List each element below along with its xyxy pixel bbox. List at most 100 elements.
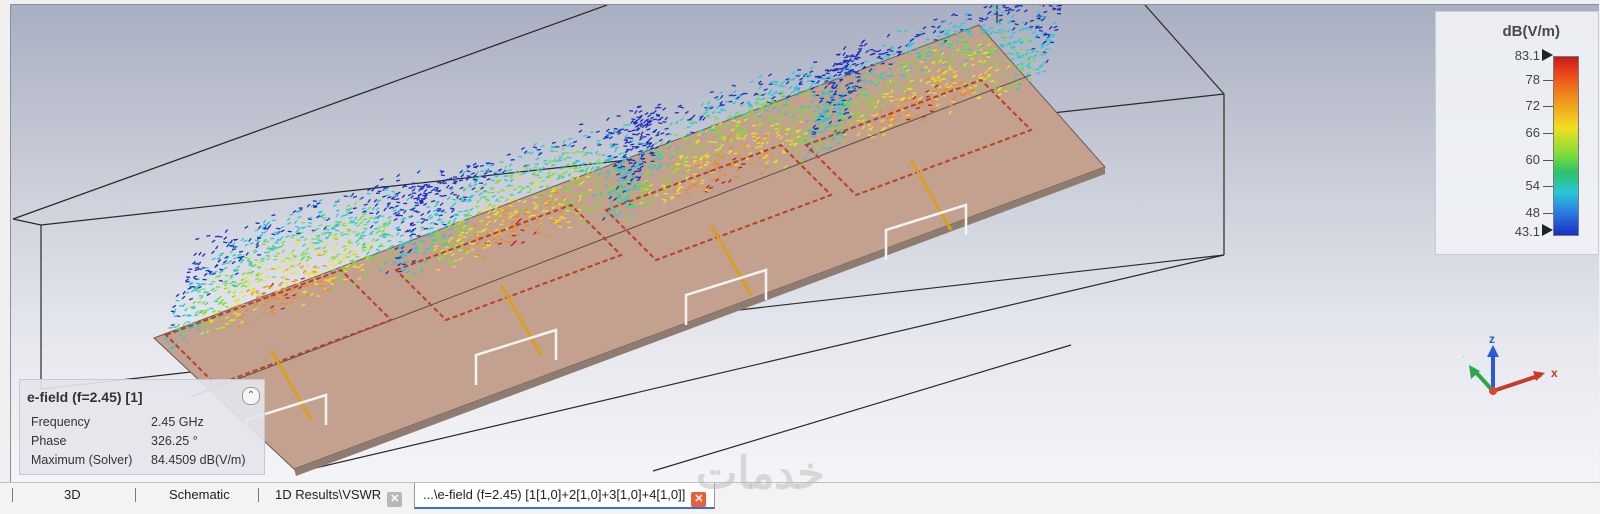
field-arrow: [287, 222, 290, 224]
field-arrow: [182, 296, 185, 299]
field-arrow: [495, 182, 499, 183]
collapse-icon[interactable]: ⌃: [242, 387, 260, 405]
field-arrow: [443, 183, 447, 184]
field-arrow: [893, 125, 897, 126]
field-arrow: [258, 226, 261, 229]
field-arrow: [292, 250, 295, 253]
field-arrow: [680, 107, 684, 108]
field-arrow: [249, 274, 253, 275]
field-arrow: [988, 34, 992, 35]
field-arrow: [413, 206, 417, 208]
field-arrow: [249, 238, 251, 241]
field-arrow: [647, 146, 650, 148]
field-arrow: [642, 165, 646, 166]
field-arrow: [554, 158, 557, 161]
field-arrow: [450, 216, 453, 218]
tab-1d-results-vswr[interactable]: 1D Results\VSWR✕: [275, 483, 402, 507]
field-arrow: [933, 30, 936, 33]
maximum-value: 84.4509 dB(V/m): [151, 453, 246, 467]
field-arrow: [232, 282, 236, 283]
field-arrow: [1007, 53, 1011, 54]
field-arrow: [617, 131, 621, 132]
field-arrow: [308, 258, 312, 259]
field-arrow: [211, 281, 215, 282]
field-arrow: [856, 114, 860, 115]
field-arrow: [382, 227, 386, 228]
field-arrow: [322, 247, 326, 248]
field-arrow: [225, 275, 229, 276]
field-arrow: [1007, 12, 1009, 15]
field-arrow: [843, 46, 845, 49]
field-arrow: [486, 207, 489, 209]
field-arrow: [546, 185, 549, 187]
field-arrow: [566, 211, 570, 212]
field-arrow: [716, 119, 720, 120]
field-arrow: [954, 31, 958, 32]
field-arrow: [448, 220, 452, 222]
field-arrow: [202, 284, 206, 285]
field-arrow: [376, 208, 379, 211]
field-arrow: [759, 84, 763, 85]
field-arrow: [212, 258, 216, 260]
field-arrow: [633, 189, 637, 190]
field-arrow: [360, 264, 364, 265]
tab-schematic[interactable]: Schematic: [169, 483, 230, 507]
field-arrow: [447, 197, 450, 200]
field-arrow: [318, 253, 322, 254]
field-arrow: [565, 190, 569, 191]
field-arrow: [562, 152, 564, 155]
field-arrow: [475, 206, 479, 207]
field-arrow: [319, 211, 323, 212]
field-arrow: [589, 153, 593, 154]
field-arrow: [653, 119, 657, 120]
field-arrow: [438, 239, 442, 240]
field-arrow: [605, 135, 609, 136]
field-arrow: [546, 198, 550, 199]
field-arrow: [730, 141, 734, 142]
field-arrow: [548, 194, 552, 195]
field-arrow: [452, 183, 456, 184]
field-arrow: [374, 199, 377, 202]
axes-triad-icon[interactable]: x z y: [1463, 327, 1573, 407]
close-icon[interactable]: ✕: [387, 492, 402, 507]
field-arrow: [516, 235, 520, 236]
field-arrow: [559, 157, 563, 158]
tab-3d[interactable]: 3D: [64, 483, 81, 507]
field-arrow: [729, 137, 733, 138]
3d-viewport[interactable]: dB(V/m) 83.1 78 72 66 60 54 48 43.1 e-fi…: [10, 4, 1599, 483]
field-arrow: [199, 297, 203, 299]
field-arrow: [193, 276, 197, 278]
field-arrow: [858, 49, 862, 50]
field-arrow: [799, 78, 802, 80]
field-arrow: [622, 179, 626, 180]
field-arrow: [884, 55, 888, 56]
field-arrow: [296, 233, 300, 234]
field-arrow: [624, 129, 628, 130]
field-arrow: [723, 174, 727, 175]
field-arrow: [394, 219, 397, 221]
field-arrow: [463, 211, 467, 212]
field-arrow: [760, 173, 764, 174]
field-arrow: [618, 198, 622, 199]
field-arrow: [534, 143, 537, 146]
field-arrow: [630, 148, 633, 151]
field-arrow: [388, 197, 392, 198]
field-arrow: [587, 137, 591, 138]
field-arrow: [412, 228, 416, 230]
field-arrow: [490, 163, 494, 164]
field-arrow: [281, 226, 285, 228]
field-arrow: [586, 176, 590, 177]
field-arrow: [533, 167, 537, 168]
field-arrow: [836, 54, 840, 55]
field-arrow: [424, 189, 427, 192]
field-arrow: [1018, 5, 1022, 6]
field-arrow: [595, 151, 598, 154]
field-arrow: [817, 123, 821, 124]
field-arrow: [1022, 39, 1025, 41]
tab-e-field[interactable]: ...\e-field (f=2.45) [1[1,0]+2[1,0]+3[1,…: [414, 483, 715, 509]
max-marker-icon[interactable]: [1542, 49, 1553, 61]
field-arrow: [740, 102, 743, 104]
field-arrow: [375, 239, 378, 241]
min-marker-icon[interactable]: [1542, 224, 1553, 236]
field-arrow: [336, 254, 340, 255]
